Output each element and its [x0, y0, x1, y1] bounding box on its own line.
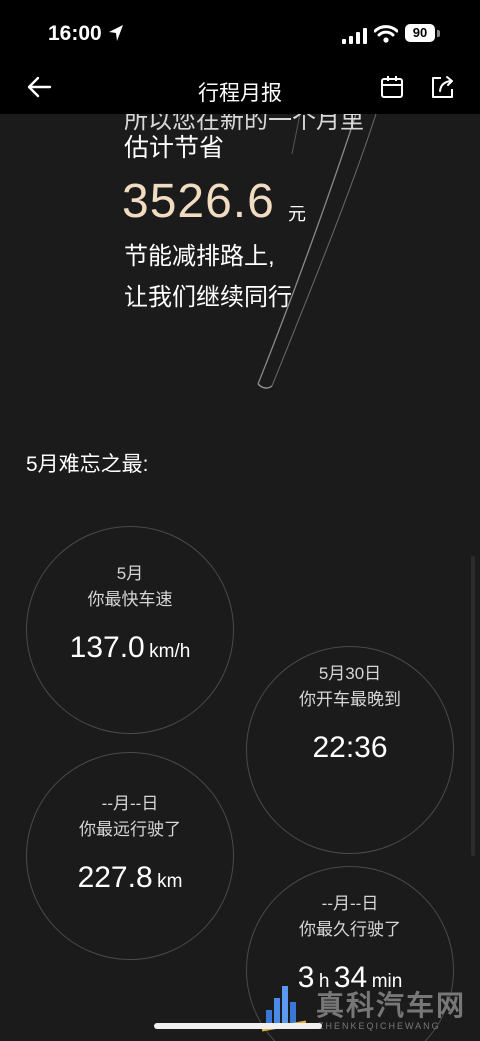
savings-label: 估计节省 — [124, 134, 225, 162]
watermark-subtext: ZHENKEQICHEWANG — [318, 1021, 441, 1031]
home-indicator[interactable] — [154, 1023, 322, 1029]
location-arrow-icon — [109, 25, 123, 41]
slogan-line1: 节能减排路上, — [124, 243, 275, 270]
speed-value: 137.0 — [69, 631, 145, 664]
watermark-text: 真科汽车网 — [316, 990, 467, 1021]
page-title: 行程月报 — [198, 82, 282, 105]
status-time: 16:00 — [48, 22, 102, 45]
card-date: --月--日 — [321, 894, 379, 913]
section-title: 5月难忘之最: — [26, 453, 149, 476]
scrollbar[interactable] — [471, 556, 475, 856]
fastest-speed-card: 5月 你最快车速 137.0 km/h — [26, 526, 234, 734]
savings-unit: 元 — [288, 204, 306, 224]
calendar-button[interactable] — [378, 72, 408, 104]
card-label: 你最快车速 — [87, 590, 173, 609]
calendar-icon — [381, 76, 403, 98]
nav-bar: 行程月报 — [0, 70, 480, 114]
battery-level: 90 — [405, 24, 435, 42]
card-value: 227.8 km — [27, 861, 233, 895]
status-bar: 16:00 90 — [0, 0, 480, 70]
report-content[interactable]: 所以您在新的一个月里 估计节省 3526.6 元 节能减排路上, 让我们继续同行… — [0, 114, 480, 1041]
card-label: 你最久行驶了 — [299, 920, 401, 939]
battery-cap — [437, 30, 440, 37]
card-value: 137.0 km/h — [27, 631, 233, 665]
card-label: 你最远行驶了 — [79, 820, 181, 839]
savings-amount: 3526.6 — [122, 175, 275, 228]
time-value: 22:36 — [312, 731, 388, 764]
cellular-signal-icon — [342, 28, 367, 44]
slogan-line2: 让我们继续同行 — [124, 284, 292, 311]
longest-distance-card: --月--日 你最远行驶了 227.8 km — [26, 752, 234, 960]
distance-unit: km — [157, 871, 183, 892]
share-icon — [432, 76, 453, 98]
card-value: 22:36 — [247, 731, 453, 765]
latest-drive-card: 5月30日 你开车最晚到 22:36 — [246, 646, 454, 854]
speed-unit: km/h — [149, 641, 191, 662]
card-date: 5月30日 — [318, 664, 382, 683]
wifi-icon — [374, 25, 398, 43]
share-button[interactable] — [428, 72, 458, 104]
card-date: --月--日 — [101, 794, 159, 813]
card-label: 你开车最晚到 — [299, 690, 401, 709]
card-date: 5月 — [116, 564, 144, 583]
distance-value: 227.8 — [77, 861, 153, 894]
